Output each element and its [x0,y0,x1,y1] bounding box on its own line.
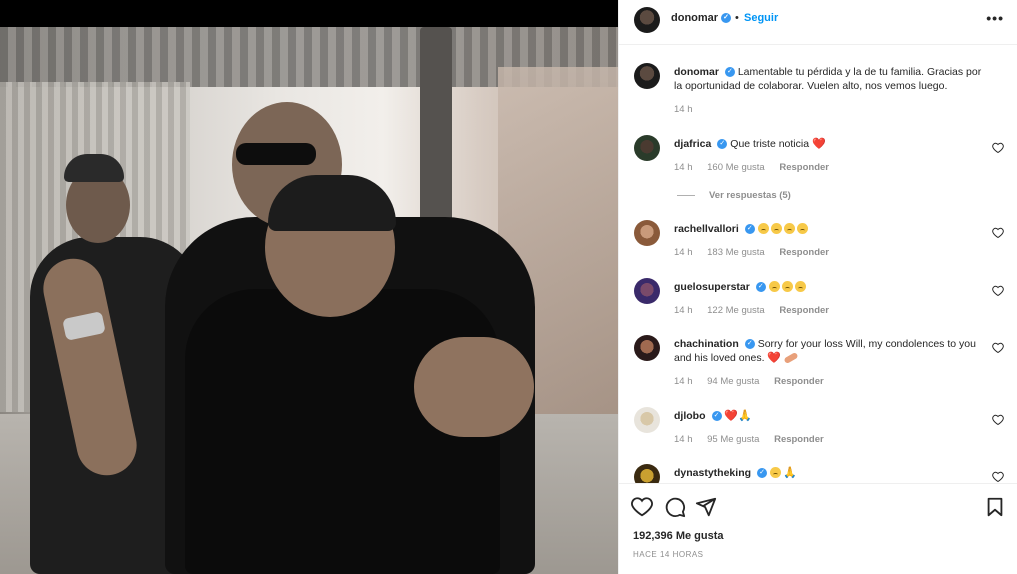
photo-hand [414,337,534,437]
verified-icon: ✓ [717,139,728,150]
comment-username[interactable]: guelosuperstar [674,281,750,293]
comments-list[interactable]: donomar ✓ Lamentable tu pérdida y la de t… [619,45,1017,483]
comment-text-block: dynastytheking ✓ 🙏 [674,466,989,480]
sad-face-emoji-icon [769,467,781,478]
comment-avatar[interactable] [634,335,660,361]
reply-button[interactable]: Responder [774,434,824,445]
bandage-emoji-icon [783,352,799,365]
comment-username[interactable]: dynastytheking [674,467,751,479]
sad-face-emoji-icon [794,281,806,292]
comment-avatar[interactable] [634,220,660,246]
comment-text-block: chachination ✓ Sorry for your loss Will, … [674,337,989,365]
red-heart-emoji-icon: ❤️ [767,352,782,364]
comment-time: 14 h [674,376,693,387]
verified-icon: ✓ [755,282,766,293]
broken-heart-emoji-icon: ❤️ [812,138,826,150]
caption-username[interactable]: donomar [674,66,719,78]
comment-meta: 14 h 183 Me gusta Responder [674,247,841,258]
comment-text: Que triste noticia [730,138,810,150]
comment-avatar[interactable] [634,135,660,161]
post-time: HACE 14 HORAS [633,550,704,559]
verified-icon: ✓ [711,411,722,422]
comment-time: 14 h [674,162,693,173]
author-avatar[interactable] [634,7,660,33]
comment-text-block: djlobo ✓ ❤️🙏 [674,409,989,423]
photo-person-left-cap [64,154,124,182]
comment-meta: 14 h 122 Me gusta Responder [674,305,841,316]
verified-icon: ✓ [724,67,735,78]
comment-avatar[interactable] [634,278,660,304]
more-options-icon[interactable]: ••• [986,10,1004,26]
reply-button[interactable]: Responder [779,247,829,258]
sad-face-emoji-icon [781,281,793,292]
praying-hands-emoji-icon: 🙏 [738,410,752,422]
comment-likes[interactable]: 183 Me gusta [707,247,765,258]
like-comment-heart-icon[interactable] [992,227,1004,239]
like-comment-heart-icon[interactable] [992,471,1004,483]
like-heart-icon[interactable] [631,496,653,518]
caption-avatar[interactable] [634,63,660,89]
follow-button[interactable]: Seguir [744,12,778,24]
comment-likes[interactable]: 160 Me gusta [707,162,765,173]
author-username[interactable]: donomar [671,12,718,24]
comment-time: 14 h [674,247,693,258]
comment-text-block: djafrica ✓ Que triste noticia ❤️ [674,137,989,151]
comment-username[interactable]: djafrica [674,138,711,150]
caption-text: Lamentable tu pérdida y la de tu familia… [674,66,982,92]
comment-time: 14 h [674,434,693,445]
comment-avatar[interactable] [634,464,660,483]
verified-icon: ✓ [721,13,732,24]
comment-username[interactable]: chachination [674,338,739,350]
author-username-row[interactable]: donomar ✓ [671,12,732,24]
comment-text-block: guelosuperstar ✓ [674,280,989,294]
caption-meta: 14 h [674,104,705,115]
sad-face-emoji-icon [768,281,780,292]
like-comment-heart-icon[interactable] [992,285,1004,297]
separator-dot: • [735,12,739,24]
comment-username[interactable]: rachellvallori [674,223,739,235]
like-comment-heart-icon[interactable] [992,414,1004,426]
post-media[interactable] [0,0,618,574]
praying-hands-emoji-icon: 🙏 [782,467,797,479]
comment-avatar[interactable] [634,407,660,433]
sad-face-emoji-icon [783,223,795,234]
comment-bubble-icon[interactable] [664,496,686,518]
reply-button[interactable]: Responder [779,305,829,316]
share-send-icon[interactable] [695,496,717,518]
post-photo[interactable] [0,27,618,574]
like-comment-heart-icon[interactable] [992,342,1004,354]
comment-meta: 14 h 94 Me gusta Responder [674,376,836,387]
comment-username[interactable]: djlobo [674,410,706,422]
post-header: donomar ✓ • Seguir ••• [619,0,1017,45]
comment-likes[interactable]: 95 Me gusta [707,434,759,445]
sad-face-emoji-icon [796,223,808,234]
likes-count[interactable]: 192,396 Me gusta [633,530,724,542]
like-comment-heart-icon[interactable] [992,142,1004,154]
photo-person-front-hair [268,175,396,231]
caption-time: 14 h [674,104,693,115]
red-heart-emoji-icon: ❤️ [724,410,739,422]
save-bookmark-icon[interactable] [984,496,1006,518]
reply-button[interactable]: Responder [779,162,829,173]
photo-sunglasses [236,143,316,165]
verified-icon: ✓ [744,224,755,235]
verified-icon: ✓ [744,339,755,350]
comment-likes[interactable]: 94 Me gusta [707,376,759,387]
comment-text-block: rachellvallori ✓ [674,222,989,236]
comment-time: 14 h [674,305,693,316]
reply-button[interactable]: Responder [774,376,824,387]
post-actions: 192,396 Me gusta HACE 14 HORAS [619,483,1017,574]
comment-likes[interactable]: 122 Me gusta [707,305,765,316]
comment-meta: 14 h 160 Me gusta Responder [674,162,841,173]
sad-face-emoji-icon [757,223,769,234]
verified-icon: ✓ [757,468,768,479]
caption-text-block: donomar ✓ Lamentable tu pérdida y la de t… [674,65,989,93]
sad-face-emoji-icon [770,223,782,234]
view-replies-button[interactable]: Ver respuestas (5) [677,190,791,201]
comment-meta: 14 h 95 Me gusta Responder [674,434,836,445]
post-sidebar: donomar ✓ • Seguir ••• donomar ✓ Lamentabl… [618,0,1017,574]
